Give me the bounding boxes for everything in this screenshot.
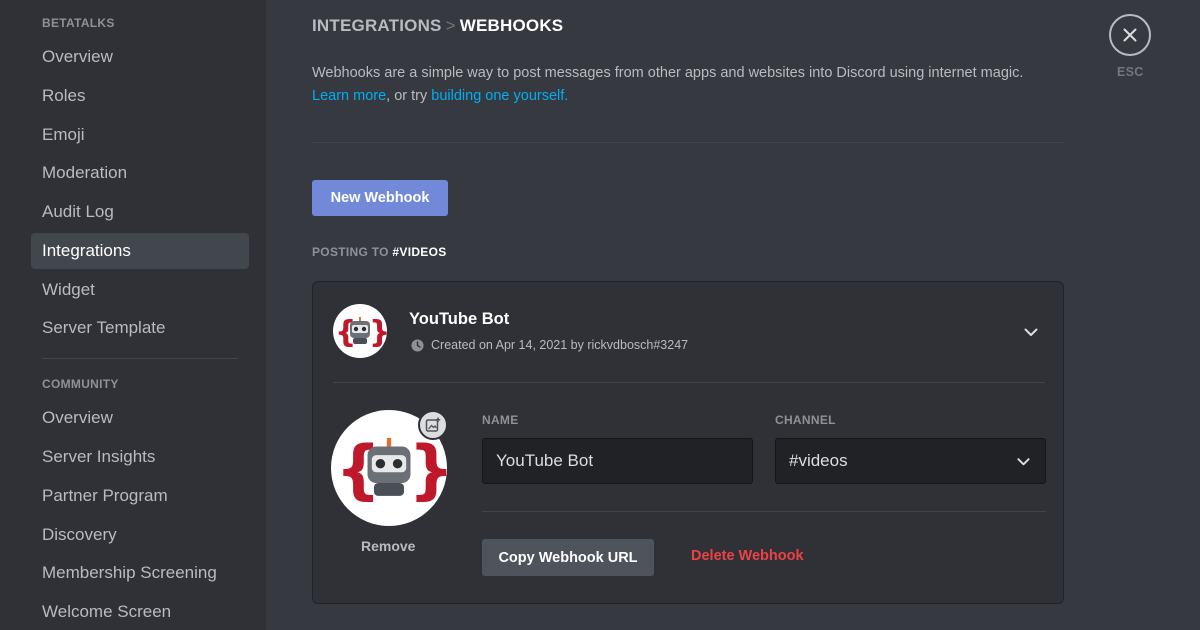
copy-webhook-url-button[interactable]: Copy Webhook URL [482,539,654,576]
channel-field-label: CHANNEL [775,413,836,427]
sidebar-item-audit-log[interactable]: Audit Log [31,194,249,230]
avatar-upload[interactable]: { } [331,410,448,526]
learn-more-link[interactable]: Learn more [312,88,386,104]
webhook-created-text: Created on Apr 14, 2021 by rickvdbosch#3… [431,338,689,352]
card-divider-bottom [482,511,1046,512]
name-field-label: NAME [482,413,519,427]
webhooks-description: Webhooks are a simple way to post messag… [312,62,1072,108]
description-text: Webhooks are a simple way to post messag… [312,65,1024,81]
card-divider [333,382,1045,383]
close-icon [1123,28,1137,42]
webhook-created-meta: Created on Apr 14, 2021 by rickvdbosch#3… [411,338,688,352]
sidebar-item-integrations[interactable]: Integrations [31,233,249,269]
section-divider [312,142,1064,143]
clock-icon [411,338,424,352]
esc-label: ESC [1117,65,1144,79]
breadcrumb-current: WEBHOOKS [459,16,564,35]
community-section-header: COMMUNITY [42,377,119,391]
server-section-header: BETATALKS [42,16,115,30]
breadcrumb-separator: > [445,16,456,35]
webhook-card: { } YouTube Bot Created on Apr 14, 2021 … [312,281,1064,604]
upload-image-icon[interactable] [418,410,448,440]
svg-text:}: } [408,433,447,508]
channel-select[interactable]: #videos [775,438,1046,484]
settings-sidebar: BETATALKS Overview Roles Emoji Moderatio… [0,0,266,630]
webhook-name-title: YouTube Bot [409,310,510,328]
bot-avatar: { } [333,304,387,358]
sidebar-item-discovery[interactable]: Discovery [31,517,249,553]
sidebar-item-roles[interactable]: Roles [31,78,249,114]
sidebar-item-moderation[interactable]: Moderation [31,155,249,191]
sidebar-divider [42,358,238,359]
posting-channel: #VIDEOS [392,245,447,259]
breadcrumb: INTEGRATIONS > WEBHOOKS [312,16,563,36]
description-or-try: , or try [386,88,432,104]
remove-avatar-link[interactable]: Remove [361,538,415,554]
sidebar-item-server-template[interactable]: Server Template [31,310,249,346]
breadcrumb-parent[interactable]: INTEGRATIONS [312,16,442,35]
build-yourself-link[interactable]: building one yourself. [431,88,568,104]
svg-text:}: } [369,315,387,350]
sidebar-item-overview[interactable]: Overview [31,39,249,75]
sidebar-item-membership-screening[interactable]: Membership Screening [31,555,249,591]
sidebar-item-emoji[interactable]: Emoji [31,117,249,153]
new-webhook-button[interactable]: New Webhook [312,180,448,216]
webhook-name-input[interactable] [482,438,753,484]
close-button[interactable] [1109,14,1151,56]
posting-prefix: POSTING TO [312,245,393,259]
sidebar-item-widget[interactable]: Widget [31,272,249,308]
sidebar-item-community-overview[interactable]: Overview [31,400,249,436]
sidebar-item-partner-program[interactable]: Partner Program [31,478,249,514]
sidebar-item-welcome-screen[interactable]: Welcome Screen [31,594,249,630]
sidebar-item-server-insights[interactable]: Server Insights [31,439,249,475]
chevron-down-icon[interactable] [1023,324,1039,340]
posting-to-label: POSTING TO #VIDEOS [312,245,447,259]
channel-select-value: #videos [789,451,848,470]
chevron-down-icon [1017,458,1030,466]
delete-webhook-button[interactable]: Delete Webhook [691,548,804,564]
